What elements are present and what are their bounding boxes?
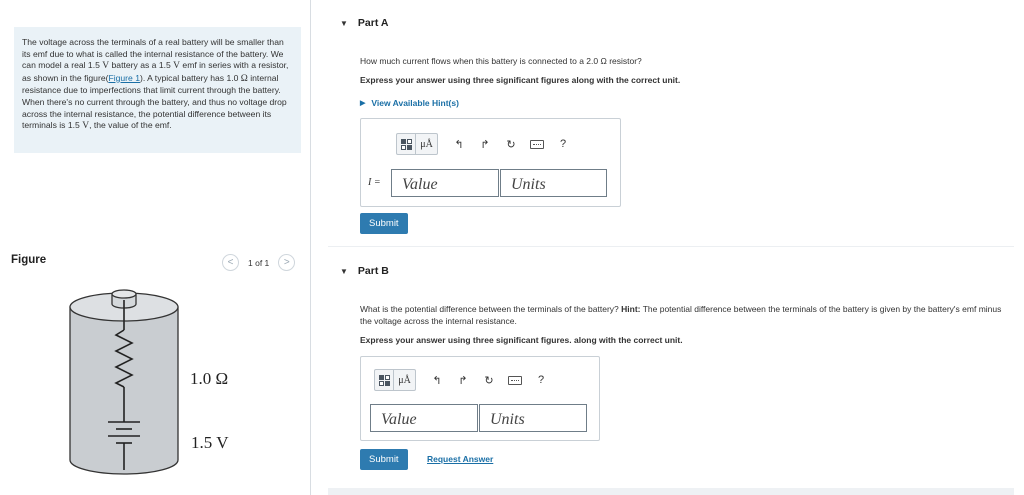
expand-arrow-icon: ▶ (360, 100, 366, 107)
part-divider (328, 246, 1014, 247)
part-a-instruction: Express your answer using three signific… (360, 75, 681, 85)
part-b-instruction: Express your answer using three signific… (360, 335, 683, 345)
part-b-hint-label: Hint: (621, 304, 641, 314)
keyboard-icon[interactable] (526, 134, 548, 154)
units-symbol-label: μÅ (398, 374, 411, 386)
units-symbol-button[interactable]: μÅ (393, 370, 415, 390)
part-b-header[interactable]: ▼ Part B (340, 265, 389, 277)
part-b-units-input[interactable] (479, 404, 587, 432)
undo-icon[interactable]: ↰ (448, 134, 470, 154)
templates-icon[interactable] (375, 370, 393, 390)
questions-pane: ▼ Part A How much current flows when thi… (312, 0, 1024, 495)
figure-next-button[interactable]: > (278, 254, 296, 271)
part-b-title: Part B (357, 265, 389, 277)
problem-text: ). A typical battery has 1.0 (140, 72, 241, 83)
part-b-math-toolbar: μÅ ↰ ↱ ↻ ? (374, 369, 552, 391)
template-button-group: μÅ (396, 133, 438, 155)
part-b-value-input[interactable] (370, 404, 478, 432)
part-a-question: How much current flows when this battery… (360, 56, 642, 66)
request-answer-link[interactable]: Request Answer (427, 454, 493, 464)
units-symbol-button[interactable]: μÅ (415, 134, 437, 154)
part-a-units-input[interactable] (500, 169, 607, 197)
part-b-submit-button[interactable]: Submit (360, 449, 408, 470)
templates-icon[interactable] (397, 134, 415, 154)
part-b-question-text: What is the potential difference between… (360, 304, 622, 314)
problem-statement: The voltage across the terminals of a re… (14, 27, 301, 153)
view-hints-link[interactable]: ▶ View Available Hint(s) (360, 98, 459, 108)
part-a-header[interactable]: ▼ Part A (340, 17, 388, 29)
part-a-title: Part A (357, 17, 389, 29)
problem-text: battery as a 1.5 (109, 60, 174, 71)
template-button-group: μÅ (374, 369, 416, 391)
problem-pane: The voltage across the terminals of a re… (0, 0, 311, 495)
current-variable-label: I = (368, 177, 381, 188)
figure-prev-button[interactable]: < (222, 254, 239, 271)
part-b-question: What is the potential difference between… (360, 304, 1014, 327)
part-a-value-input[interactable] (391, 169, 499, 197)
help-icon[interactable]: ? (552, 134, 574, 154)
redo-icon[interactable]: ↱ (474, 134, 496, 154)
emf-label: 1.5 V (191, 433, 229, 452)
unit-ohm: Ω (240, 73, 248, 84)
reset-icon[interactable]: ↻ (478, 370, 500, 390)
help-icon[interactable]: ? (530, 370, 552, 390)
figure-title: Figure (11, 254, 47, 266)
part-a-submit-button[interactable]: Submit (360, 213, 408, 234)
figure-page-count: 1 of 1 (248, 257, 270, 268)
part-a-math-toolbar: μÅ ↰ ↱ ↻ ? (396, 133, 574, 155)
battery-figure (69, 289, 179, 475)
undo-icon[interactable]: ↰ (426, 370, 448, 390)
resistor-label: 1.0 Ω (190, 369, 229, 388)
keyboard-icon[interactable] (504, 370, 526, 390)
figure-pager: < 1 of 1 > (222, 254, 296, 271)
next-section-strip (328, 488, 1014, 495)
view-hints-label: View Available Hint(s) (371, 98, 459, 108)
figure-link[interactable]: Figure 1 (108, 73, 140, 83)
problem-text: , the value of the emf. (89, 120, 172, 131)
redo-icon[interactable]: ↱ (452, 370, 474, 390)
collapse-triangle-icon[interactable]: ▼ (340, 19, 348, 28)
units-symbol-label: μÅ (420, 138, 433, 150)
collapse-triangle-icon[interactable]: ▼ (340, 267, 348, 276)
reset-icon[interactable]: ↻ (500, 134, 522, 154)
unit-volt: V (173, 61, 181, 72)
